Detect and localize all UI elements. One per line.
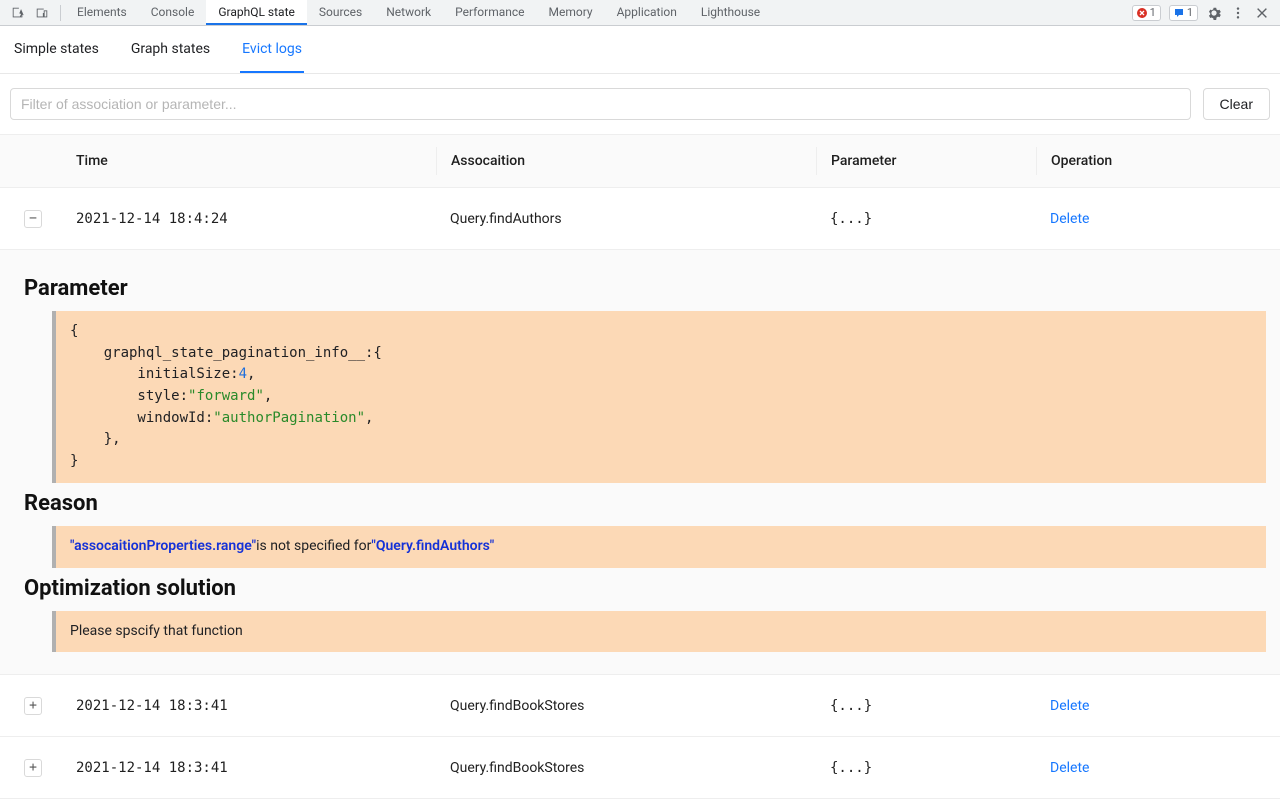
cell-association: Query.findBookStores	[436, 698, 816, 714]
devtools-tab[interactable]: GraphQL state	[206, 0, 307, 25]
devtools-tab-bar: ElementsConsoleGraphQL stateSourcesNetwo…	[0, 0, 1280, 26]
cell-time: 2021-12-14 18:3:41	[66, 760, 436, 776]
devtools-tab[interactable]: Sources	[307, 0, 374, 25]
devtools-tab[interactable]: Memory	[537, 0, 605, 25]
cell-time: 2021-12-14 18:4:24	[66, 211, 436, 227]
expand-icon[interactable]: +	[24, 759, 42, 777]
table-row: + 2021-12-14 18:3:41 Query.findBookStore…	[0, 675, 1280, 737]
info-count-badge[interactable]: 1	[1169, 5, 1198, 21]
reason-text: is not specified for	[256, 538, 371, 554]
panel-tab[interactable]: Evict logs	[240, 26, 304, 73]
col-header-time: Time	[66, 153, 436, 169]
devtools-tab[interactable]: Elements	[65, 0, 139, 25]
detail-parameter-heading: Parameter	[24, 276, 1268, 301]
devtools-tabs: ElementsConsoleGraphQL stateSourcesNetwo…	[65, 0, 772, 25]
reason-target: "Query.findAuthors"	[371, 538, 494, 554]
solution-block: Please spscify that function	[52, 611, 1266, 653]
cell-association: Query.findAuthors	[436, 211, 816, 227]
col-header-association: Assocaition	[436, 147, 816, 175]
cell-parameter: {...}	[816, 698, 1036, 714]
filter-input[interactable]	[10, 88, 1191, 120]
delete-link[interactable]: Delete	[1050, 760, 1089, 776]
clear-button[interactable]: Clear	[1203, 88, 1270, 120]
device-toggle-icon[interactable]	[34, 5, 50, 21]
error-count: 1	[1150, 6, 1156, 20]
col-header-parameter: Parameter	[816, 147, 1036, 175]
reason-block: "assocaitionProperties.range"is not spec…	[52, 526, 1266, 568]
settings-icon[interactable]	[1206, 5, 1222, 21]
row-detail: Parameter { graphql_state_pagination_inf…	[0, 250, 1280, 675]
close-icon[interactable]	[1254, 5, 1270, 21]
parameter-code-block: { graphql_state_pagination_info__:{ init…	[52, 311, 1266, 483]
col-header-operation: Operation	[1036, 147, 1280, 175]
detail-solution-heading: Optimization solution	[24, 576, 1268, 601]
panel-tab[interactable]: Simple states	[12, 26, 101, 73]
cell-association: Query.findBookStores	[436, 760, 816, 776]
inspect-icon[interactable]	[10, 5, 26, 21]
error-count-badge[interactable]: 1	[1132, 5, 1161, 21]
table-row: − 2021-12-14 18:4:24 Query.findAuthors {…	[0, 188, 1280, 250]
devtools-tab[interactable]: Network	[374, 0, 443, 25]
expand-icon[interactable]: +	[24, 697, 42, 715]
panel-tab[interactable]: Graph states	[129, 26, 212, 73]
devtools-tab[interactable]: Application	[605, 0, 689, 25]
devtools-tab[interactable]: Lighthouse	[689, 0, 772, 25]
delete-link[interactable]: Delete	[1050, 211, 1089, 227]
kebab-menu-icon[interactable]	[1230, 5, 1246, 21]
info-count: 1	[1187, 6, 1193, 20]
delete-link[interactable]: Delete	[1050, 698, 1089, 714]
table-row: + 2021-12-14 18:3:41 Query.findBookStore…	[0, 737, 1280, 799]
cell-parameter: {...}	[816, 211, 1036, 227]
cell-time: 2021-12-14 18:3:41	[66, 698, 436, 714]
reason-property: "assocaitionProperties.range"	[70, 538, 256, 554]
evict-log-table: Time Assocaition Parameter Operation − 2…	[0, 134, 1280, 799]
table-header: Time Assocaition Parameter Operation	[0, 134, 1280, 188]
devtools-tab[interactable]: Console	[139, 0, 207, 25]
filter-row: Clear	[0, 74, 1280, 134]
devtools-tab[interactable]: Performance	[443, 0, 536, 25]
cell-parameter: {...}	[816, 760, 1036, 776]
collapse-icon[interactable]: −	[24, 210, 42, 228]
panel-tabs: Simple states Graph states Evict logs	[0, 26, 1280, 74]
detail-reason-heading: Reason	[24, 491, 1268, 516]
